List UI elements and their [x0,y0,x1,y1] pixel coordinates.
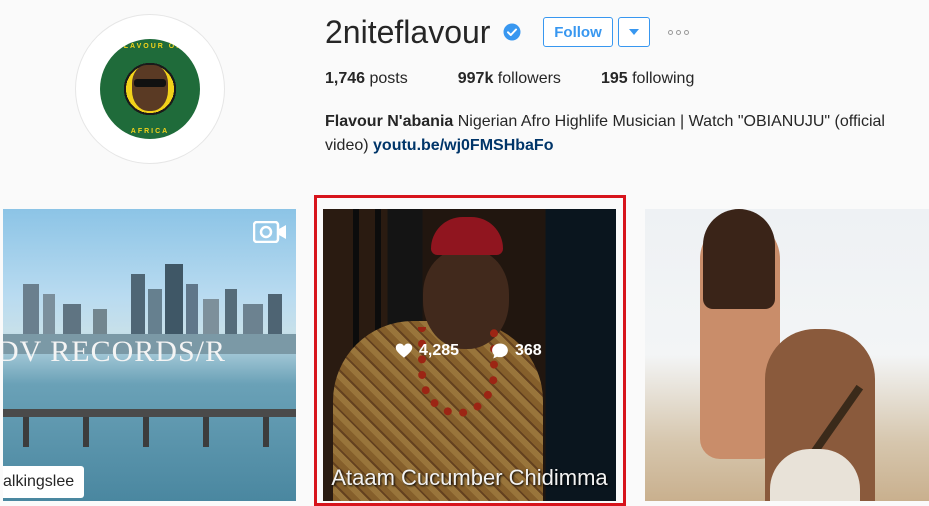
post-photo-woman-hair [703,209,775,309]
ellipsis-dot-icon [667,29,673,35]
post-likes: 4,285 [395,342,459,360]
post-watermark-text: DV RECORDS/R [3,335,227,368]
bio-full-name: Flavour N'abania [325,113,454,130]
likes-count: 4,285 [419,342,460,359]
flavour-of-africa-logo: FLAVOUR OF AFRICA [100,39,200,139]
followers-stat[interactable]: 997k followers [458,70,561,88]
verified-badge-icon [503,23,521,41]
post-comments: 368 [491,342,542,360]
post-caption-overlay: Ataam Cucumber Chidimma [331,465,608,490]
logo-ring-top: FLAVOUR OF [117,43,183,50]
following-count: 195 [600,70,628,87]
profile-avatar[interactable]: FLAVOUR OF AFRICA [75,14,225,164]
post-thumbnail-1[interactable]: DV RECORDS/R alkingslee [3,209,296,501]
profile-stats: 1,746 posts 997k followers 195 following [325,70,734,88]
heart-icon [395,343,413,358]
followers-count: 997k [457,70,494,87]
video-camera-icon [253,221,286,243]
profile-username: 2niteflavour [325,14,491,50]
post-thumbnail-3[interactable] [645,209,929,501]
suggestions-dropdown-button[interactable] [618,17,650,47]
post-thumbnail-2[interactable]: 4,285 368 Ataam Cucumber Chidimma [323,209,616,501]
followers-label: followers [497,70,561,87]
tagged-user-label[interactable]: alkingslee [3,466,85,498]
ellipsis-dot-icon [675,29,681,35]
following-stat[interactable]: 195 following [601,70,694,88]
follow-button[interactable]: Follow [543,17,613,47]
logo-sunglasses [134,79,166,87]
posts-label: posts [369,70,408,87]
ellipsis-dot-icon [683,29,689,35]
posts-stat: 1,746 posts [325,70,408,88]
posts-count: 1,746 [325,70,366,87]
comment-bubble-icon [492,343,508,359]
logo-ring-bottom: AFRICA [130,128,170,135]
more-options-button[interactable] [665,25,691,39]
bio-link[interactable]: youtu.be/wj0FMSHbaFo [373,137,553,154]
following-label: following [632,70,695,87]
caret-down-icon [629,29,639,35]
bridge-image [3,409,296,447]
profile-bio: Flavour N'abania Nigerian Afro Highlife … [325,110,915,158]
comments-count: 368 [515,342,542,359]
hover-overlay [323,209,616,501]
logo-face [132,65,168,111]
